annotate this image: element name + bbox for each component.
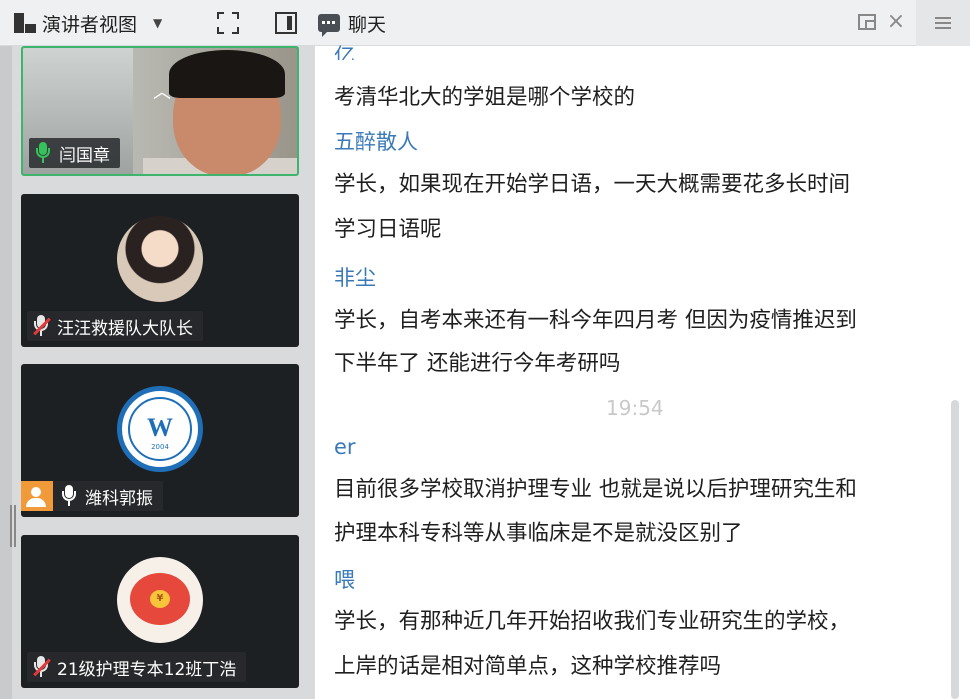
panel-edge: [0, 46, 12, 699]
logo-year: 2004: [151, 443, 169, 451]
hamburger-icon: [935, 17, 951, 29]
video-person-hair: [169, 50, 285, 98]
layout-toggle-button[interactable]: [268, 6, 304, 40]
participant-tile[interactable]: W 2004 潍科郭振: [21, 364, 299, 517]
speaker-view-icon: [14, 13, 36, 33]
host-user-icon: [21, 481, 53, 511]
chevron-up-icon[interactable]: ︿: [153, 78, 171, 104]
fullscreen-button[interactable]: [210, 6, 246, 40]
sidebar-layout-icon: [275, 12, 297, 34]
close-icon[interactable]: ×: [884, 8, 908, 36]
mic-muted-icon: [33, 656, 49, 678]
avatar: ¥: [117, 557, 203, 643]
chat-timestamp: 19:54: [606, 396, 664, 420]
sender-name: 亿: [334, 44, 355, 60]
participant-tile[interactable]: ¥ 21级护理专本12班丁浩: [21, 535, 299, 688]
message-line: 目前很多学校取消护理专业 也就是说以后护理研究生和: [334, 477, 857, 502]
message-line: 下半年了 还能进行今年考研吗: [334, 351, 621, 376]
view-mode-label: 演讲者视图: [42, 13, 138, 36]
participant-namebar: 潍科郭振: [21, 481, 163, 511]
school-logo-avatar: W 2004: [117, 386, 203, 472]
view-mode-dropdown[interactable]: 演讲者视图 ▼: [6, 7, 191, 39]
mic-muted-icon: [33, 315, 49, 337]
message-line: 考清华北大的学姐是哪个学校的: [334, 85, 636, 110]
participant-tile-video[interactable]: ︿ 闫国章: [21, 46, 299, 176]
chat-bubble-icon: [318, 14, 340, 37]
participant-namebar: 汪汪救援队大队长: [27, 311, 203, 341]
message-line: 上岸的话是相对简单点，这种学校推荐吗: [334, 654, 722, 679]
chevron-down-icon: ▼: [153, 16, 163, 30]
more-menu-button[interactable]: [916, 0, 970, 46]
avatar: [117, 216, 203, 302]
mic-on-icon: [61, 485, 77, 507]
sender-name: 喂: [334, 568, 355, 592]
message-line: 学长，如果现在开始学日语，一天大概需要花多长时间: [334, 172, 851, 197]
sender-name: 非尘: [334, 266, 376, 290]
participant-name: 汪汪救援队大队长: [57, 318, 193, 339]
popout-icon[interactable]: [858, 14, 876, 30]
resize-handle[interactable]: [10, 505, 16, 547]
toolbar: 演讲者视图 ▼ 聊天 ×: [0, 0, 970, 46]
logo-letter: W: [147, 413, 173, 442]
sender-name: er: [334, 435, 356, 459]
participant-namebar: 闫国章: [29, 138, 120, 168]
coin-icon: ¥: [150, 590, 170, 608]
participant-name: 21级护理专本12班丁浩: [57, 659, 237, 680]
participant-tile[interactable]: 汪汪救援队大队长: [21, 194, 299, 347]
message-line: 护理本科专科等从事临床是不是就没区别了: [334, 521, 743, 546]
participant-name: 潍科郭振: [85, 488, 153, 509]
fullscreen-icon: [217, 12, 239, 34]
sender-name: 五醉散人: [334, 130, 418, 154]
message-line: 学长，自考本来还有一科今年四月考 但因为疫情推迟到: [334, 308, 857, 333]
chat-title: 聊天: [348, 13, 387, 36]
participant-namebar: 21级护理专本12班丁浩: [27, 652, 247, 682]
mic-on-icon: [35, 142, 51, 164]
participant-name: 闫国章: [59, 145, 110, 166]
message-line: 学习日语呢: [334, 217, 442, 242]
message-line: 学长，有那种近几年开始招收我们专业研究生的学校，: [334, 609, 851, 634]
